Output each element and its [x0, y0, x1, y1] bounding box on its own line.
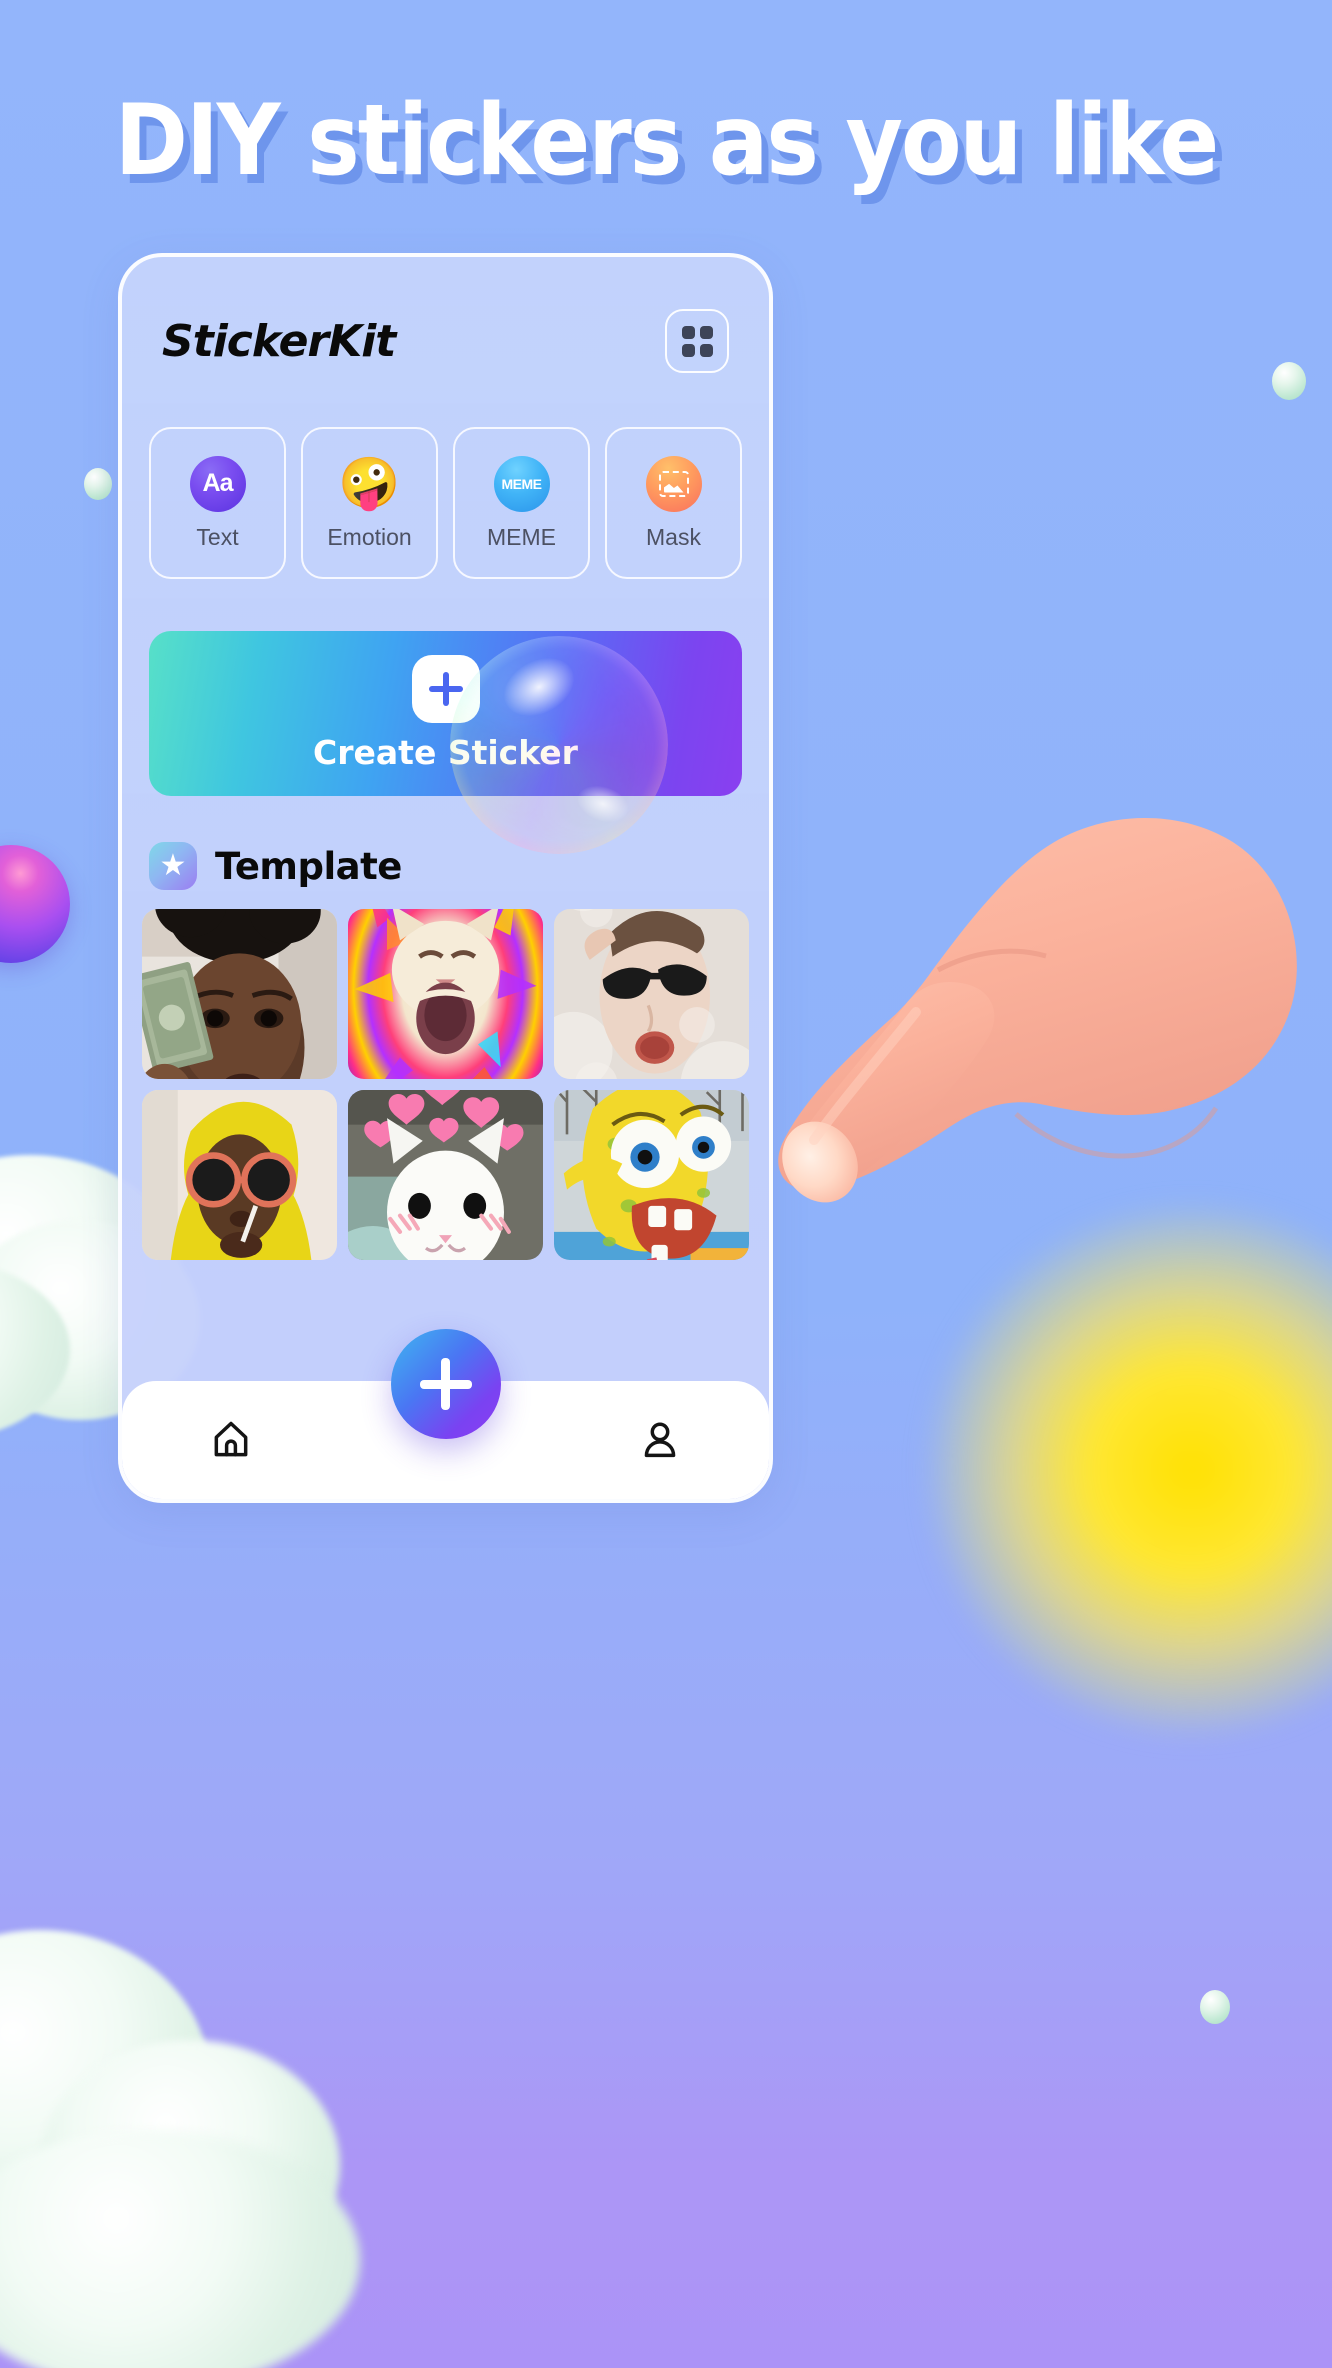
create-sticker-label: Create Sticker [313, 733, 578, 772]
grid-2x2-icon [681, 325, 713, 357]
category-tile-meme[interactable]: MEME MEME [453, 427, 590, 579]
meme-badge-icon: MEME [493, 455, 550, 512]
home-icon [214, 1421, 248, 1457]
create-sticker-banner[interactable]: Create Sticker [149, 631, 742, 796]
category-row: Aa Text 🤪 Emotion MEME MEME Mask [149, 427, 742, 579]
nav-profile[interactable] [631, 1411, 689, 1469]
app-header: StickerKit [162, 305, 729, 377]
create-fab[interactable] [390, 1329, 501, 1439]
category-label: Mask [646, 523, 701, 550]
bubble-dot-icon [1272, 362, 1306, 400]
template-money-selfie[interactable] [142, 909, 337, 1079]
grid-view-button[interactable] [665, 309, 729, 373]
emoji-grin-icon: 🤪 [338, 455, 401, 511]
text-aa-icon: Aa [189, 455, 246, 512]
category-label: Text [196, 523, 239, 550]
category-label: MEME [487, 523, 556, 550]
template-bath-sunglasses[interactable] [554, 909, 749, 1079]
template-title: Template [215, 844, 402, 888]
page-headline: DIY stickers as you like [114, 84, 1219, 198]
template-grid [142, 909, 749, 1260]
bubble-dot-icon [1200, 1990, 1230, 2024]
category-tile-mask[interactable]: Mask [605, 427, 742, 579]
template-yellow-hoodie[interactable] [142, 1090, 337, 1260]
image-mask-icon [645, 455, 702, 512]
star-icon: ★ [149, 842, 197, 890]
template-spongebob[interactable] [554, 1090, 749, 1260]
category-tile-emotion[interactable]: 🤪 Emotion [301, 427, 438, 579]
nav-home[interactable] [202, 1411, 260, 1469]
person-icon [644, 1422, 676, 1458]
template-glitch-cat[interactable] [348, 909, 543, 1079]
app-title: StickerKit [162, 315, 396, 367]
plus-icon [411, 655, 480, 723]
template-section-header: ★ Template [149, 842, 402, 890]
category-label: Emotion [327, 523, 412, 550]
category-tile-text[interactable]: Aa Text [149, 427, 286, 579]
phone-mockup: StickerKit Aa Text 🤪 Emotion MEME MEME M… [118, 253, 773, 1503]
bubble-dot-icon [84, 468, 112, 500]
template-heart-cat[interactable] [348, 1090, 543, 1260]
